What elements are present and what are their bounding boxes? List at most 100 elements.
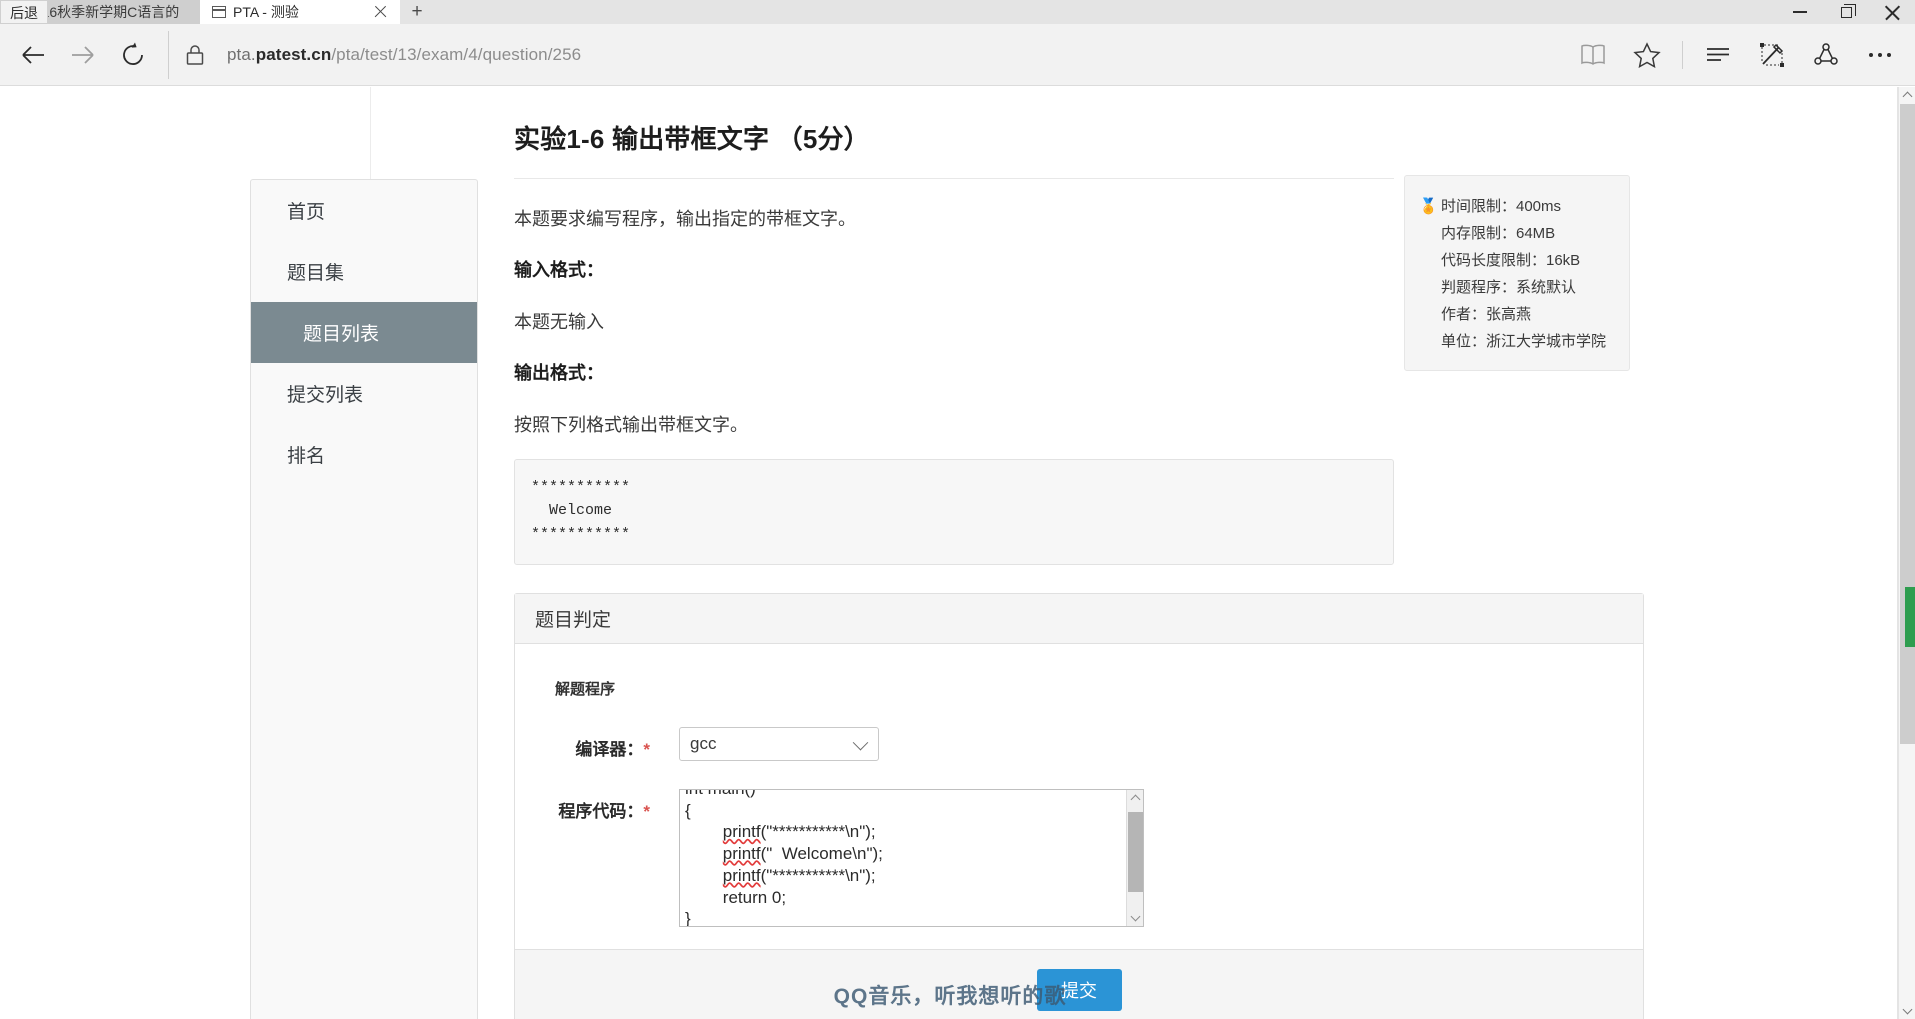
code-line-7: } (685, 909, 691, 927)
sidebar-item-submissions[interactable]: 提交列表 (251, 363, 477, 424)
title-divider (514, 178, 1394, 179)
code-scrollbar-thumb[interactable] (1128, 811, 1143, 892)
page-title: 实验1-6 输出带框文字 （5分） (514, 124, 870, 154)
compiler-control: gcc (679, 726, 879, 761)
hub-button[interactable] (1691, 31, 1745, 79)
web-note-button[interactable] (1745, 31, 1799, 79)
back-tooltip: 后退 (0, 0, 48, 24)
ad-banner[interactable]: QQ音乐，听我想听的歌 (0, 971, 1900, 1019)
scroll-up-icon[interactable] (1127, 790, 1143, 807)
browser-toolbar (1566, 31, 1907, 79)
refresh-arrow-icon (123, 42, 143, 65)
share-button[interactable] (1799, 31, 1853, 79)
forward-button[interactable] (58, 31, 108, 79)
sample-output-block: *********** Welcome *********** (514, 459, 1394, 565)
tab-title-2: PTA - 测验 (233, 4, 299, 20)
medal-icon: 🏅 (1419, 197, 1438, 215)
scroll-down-icon[interactable] (1127, 909, 1143, 926)
back-button[interactable] (8, 31, 58, 79)
code-line-3-indent (685, 822, 723, 841)
window-controls (1777, 0, 1915, 24)
lock-icon (186, 44, 204, 65)
title-bar: 启2016秋季新学期C语言的 PTA - 测验 + 后退 (0, 0, 1915, 24)
scroll-up-icon[interactable] (1899, 87, 1915, 104)
sidebar-item-label: 题目列表 (303, 324, 380, 345)
page-scrollbar-thumb[interactable] (1900, 104, 1915, 744)
compiler-row: 编译器：* gcc (535, 726, 1623, 761)
sidebar-item-ranking[interactable]: 排名 (251, 424, 477, 485)
info-label: 作者：张高燕 (1441, 306, 1532, 323)
maximize-icon (1840, 3, 1856, 18)
code-line-5-indent (685, 866, 723, 885)
judge-panel-body: 解题程序 编译器：* gcc 程序代码：* {printf("********… (515, 644, 1643, 949)
required-asterisk: * (643, 739, 650, 759)
judge-panel: 题目判定 解题程序 编译器：* gcc 程序代码：* {printf("***… (514, 592, 1644, 1019)
info-label: 时间限制：400ms (1441, 198, 1562, 215)
reading-view-button[interactable] (1566, 31, 1620, 79)
info-label: 内存限制：64MB (1441, 225, 1556, 242)
close-icon[interactable] (372, 4, 388, 20)
minimize-icon (1793, 11, 1807, 13)
solution-program-legend: 解题程序 (555, 680, 616, 698)
maximize-button[interactable] (1823, 0, 1869, 24)
sidebar-item-home[interactable]: 首页 (251, 180, 477, 241)
sidebar-item-problem-sets[interactable]: 题目集 (251, 241, 477, 302)
web-page: 首页 题目集 题目列表 提交列表 排名 实验1-6 输出带框文字 （5分） 本题… (0, 87, 1900, 1019)
toolbar-divider (1682, 40, 1683, 69)
favorites-star-icon (1633, 41, 1661, 68)
new-tab-button[interactable]: + (400, 0, 434, 24)
url-text: pta.patest.cn/pta/test/13/exam/4/questio… (227, 45, 581, 65)
code-line-5-args: ("***********\n"); (760, 865, 876, 885)
info-row-organization: 单位：浙江大学城市学院 (1405, 327, 1629, 354)
info-row-judge-program: 判题程序：系统默认 (1405, 273, 1629, 300)
more-button[interactable] (1853, 31, 1907, 79)
scroll-marker (1905, 587, 1915, 647)
page-scrollbar[interactable] (1898, 87, 1915, 1019)
sidebar-item-label: 题目集 (287, 263, 345, 284)
judge-panel-header: 题目判定 (515, 593, 1643, 644)
close-icon (1884, 4, 1901, 21)
ad-banner-text: QQ音乐，听我想听的歌 (833, 985, 1067, 1008)
sidebar-item-label: 提交列表 (287, 385, 364, 406)
browser-tab-2[interactable]: PTA - 测验 (200, 0, 400, 24)
code-label: 程序代码：* (535, 789, 660, 822)
info-row-author: 作者：张高燕 (1405, 300, 1629, 327)
chevron-down-icon (852, 734, 869, 751)
back-arrow-icon (22, 45, 44, 64)
output-format-text: 按照下列格式输出带框文字。 (514, 415, 748, 435)
address-bar[interactable]: pta.patest.cn/pta/test/13/exam/4/questio… (168, 30, 1566, 79)
scroll-down-icon[interactable] (1899, 1002, 1915, 1019)
code-line-3-args: ("***********\n"); (760, 822, 876, 842)
favorites-button[interactable] (1620, 31, 1674, 79)
navigation-bar: pta.patest.cn/pta/test/13/exam/4/questio… (0, 24, 1915, 86)
code-scrollbar[interactable] (1126, 789, 1143, 926)
info-row-code-length: 代码长度限制：16kB (1405, 246, 1629, 273)
code-line-1: int main() (685, 790, 756, 798)
url-subdomain: pta. (227, 44, 256, 64)
code-line-4-fn: printf (722, 844, 761, 863)
window-icon (212, 6, 226, 18)
sidebar-item-label: 首页 (287, 202, 326, 223)
close-button[interactable] (1869, 0, 1915, 24)
info-label: 代码长度限制：16kB (1441, 252, 1581, 269)
compiler-label-text: 编译器： (575, 739, 644, 759)
minimize-button[interactable] (1777, 0, 1823, 24)
info-row-memory-limit: 内存限制：64MB (1405, 219, 1629, 246)
compiler-label: 编译器：* (535, 727, 660, 760)
code-label-text: 程序代码： (558, 801, 644, 821)
sidebar-item-problem-list[interactable]: 题目列表 (251, 302, 477, 363)
url-path: /pta/test/13/exam/4/question/256 (331, 44, 582, 64)
refresh-button[interactable] (108, 31, 158, 79)
hub-icon (1707, 47, 1729, 61)
sidebar-nav: 首页 题目集 题目列表 提交列表 排名 (250, 179, 478, 1019)
compiler-select[interactable]: gcc (679, 726, 879, 761)
code-line-3-fn: printf (722, 822, 761, 842)
code-textarea[interactable]: int main() { printf("***********\n"); pr… (679, 788, 1144, 927)
code-row: 程序代码：* int main() { printf("***********\… (535, 788, 1623, 927)
sidebar-item-label: 排名 (287, 446, 326, 467)
info-label: 判题程序：系统默认 (1441, 279, 1577, 296)
code-textarea-content: int main() { printf("***********\n"); pr… (685, 790, 1123, 927)
browser-window: 启2016秋季新学期C语言的 PTA - 测验 + 后退 pta.patest.… (0, 0, 1915, 1019)
forward-arrow-icon (72, 45, 94, 64)
web-note-icon (1760, 42, 1784, 67)
